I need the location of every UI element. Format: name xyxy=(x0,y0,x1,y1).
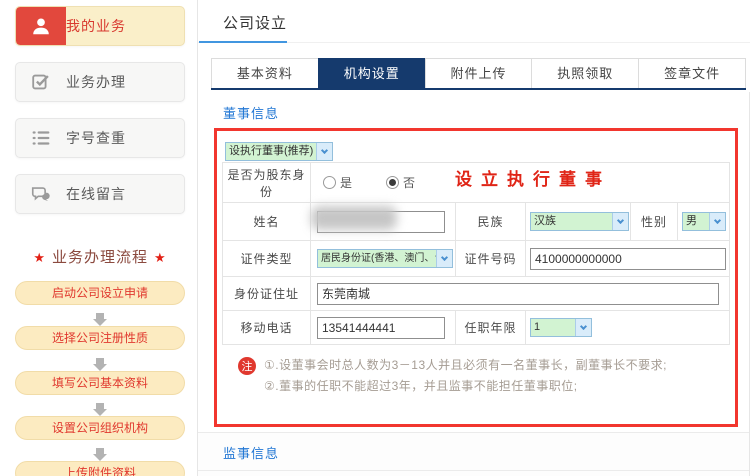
user-icon xyxy=(16,7,66,45)
radio-option-no[interactable]: 否 xyxy=(386,174,415,191)
director-type-select-value: 设执行董事(推荐) xyxy=(229,145,314,157)
ethnicity-select-value: 汉族 xyxy=(534,215,556,227)
id-type-label: 证件类型 xyxy=(222,240,311,277)
check-square-icon xyxy=(16,63,66,101)
section-link-director-info[interactable]: 董事信息 xyxy=(223,103,279,122)
flow-step-upload-attachments[interactable]: 上传附件资料 xyxy=(15,461,185,476)
chevron-down-icon xyxy=(316,143,332,160)
flow-step-fill-basic-info[interactable]: 填写公司基本资料 xyxy=(15,371,185,395)
down-arrow-icon xyxy=(15,395,185,416)
shareholder-label: 是否为股东身份 xyxy=(222,162,311,203)
address-label: 身份证住址 xyxy=(222,276,311,311)
sidebar-item-label: 业务办理 xyxy=(66,74,126,90)
down-arrow-icon xyxy=(15,440,185,461)
sidebar-item-label: 我的业务 xyxy=(66,18,126,34)
title-divider xyxy=(198,41,750,43)
chevron-down-icon xyxy=(436,250,452,267)
page-title: 公司设立 xyxy=(223,15,288,32)
sidebar-item-label: 在线留言 xyxy=(66,186,126,202)
sidebar: 我的业务 业务办理 字号查重 在线留言 ★ 业务办理流程 ★ 启动公司设立申请 选择… xyxy=(15,6,185,476)
star-icon: ★ xyxy=(154,250,167,265)
sidebar-item-my-business[interactable]: 我的业务 xyxy=(15,6,185,46)
annotation-box: 设执行董事(推荐) 是否为股东身份 是 否 姓名 民族 汉族 性别 男 证件类型… xyxy=(214,128,738,427)
tab-license-collection[interactable]: 执照领取 xyxy=(531,58,639,88)
id-type-select-value: 居民身份证(香港、澳门、台湾) xyxy=(321,253,436,264)
radio-label-no: 否 xyxy=(403,176,416,190)
director-type-select[interactable]: 设执行董事(推荐) xyxy=(225,142,333,161)
id-number-label: 证件号码 xyxy=(455,240,526,277)
down-arrow-icon xyxy=(15,305,185,326)
table-row: 移动电话 任职年限 1 xyxy=(222,310,731,345)
table-row: 证件类型 居民身份证(香港、澳门、台湾) 证件号码 xyxy=(222,240,731,277)
section-divider xyxy=(198,470,749,471)
flow-title: ★ 业务办理流程 ★ xyxy=(33,249,167,266)
id-type-select[interactable]: 居民身份证(香港、澳门、台湾) xyxy=(317,249,453,268)
gender-select[interactable]: 男 xyxy=(682,212,726,231)
id-number-input[interactable] xyxy=(530,247,726,270)
tab-signature-documents[interactable]: 签章文件 xyxy=(638,58,746,88)
radio-icon xyxy=(323,176,336,189)
tenure-select-value: 1 xyxy=(534,321,541,333)
red-annotation-text: 设立执行董事 xyxy=(455,170,611,190)
address-input[interactable] xyxy=(317,282,719,305)
gender-select-value: 男 xyxy=(686,215,697,227)
note-line-2: ②.董事的任职不能超过3年，并且监事不能担任董事职位; xyxy=(264,379,578,393)
radio-checked-icon xyxy=(386,176,400,189)
tab-bar: 基本资料 机构设置 附件上传 执照领取 签章文件 xyxy=(211,58,746,90)
note-badge-icon: 注 xyxy=(238,357,256,375)
name-input[interactable] xyxy=(317,210,445,233)
table-row: 姓名 民族 汉族 性别 男 xyxy=(222,202,731,241)
star-icon: ★ xyxy=(33,250,46,265)
sidebar-item-label: 字号查重 xyxy=(66,130,126,146)
sidebar-item-online-message[interactable]: 在线留言 xyxy=(15,174,185,214)
chevron-down-icon xyxy=(709,213,725,230)
main-content: 公司设立 基本资料 机构设置 附件上传 执照领取 签章文件 董事信息 设执行董事… xyxy=(197,0,750,476)
sidebar-item-name-check[interactable]: 字号查重 xyxy=(15,118,185,158)
tab-organization-setup[interactable]: 机构设置 xyxy=(317,58,425,88)
chat-icon xyxy=(16,175,66,213)
flow-step-start-application[interactable]: 启动公司设立申请 xyxy=(15,281,185,305)
list-icon xyxy=(16,119,66,157)
tab-panel: 董事信息 设执行董事(推荐) 是否为股东身份 是 否 姓名 民族 汉族 性别 男… xyxy=(198,92,750,476)
name-label: 姓名 xyxy=(222,202,311,241)
section-divider xyxy=(198,432,749,433)
tab-basic-info[interactable]: 基本资料 xyxy=(211,58,318,88)
tenure-label: 任职年限 xyxy=(455,310,526,345)
ethnicity-select[interactable]: 汉族 xyxy=(530,212,629,231)
app-window: 我的业务 业务办理 字号查重 在线留言 ★ 业务办理流程 ★ 启动公司设立申请 选择… xyxy=(0,0,750,476)
note-line-1: ①.设董事会时总人数为3－13人并且必须有一名董事长，副董事长不要求; xyxy=(264,358,667,372)
mobile-input[interactable] xyxy=(317,316,445,339)
form-note: 注 ①.设董事会时总人数为3－13人并且必须有一名董事长，副董事长不要求; ②.… xyxy=(238,355,667,397)
flow-step-choose-registration-type[interactable]: 选择公司注册性质 xyxy=(15,326,185,350)
tenure-select[interactable]: 1 xyxy=(530,318,592,337)
chevron-down-icon xyxy=(575,319,591,336)
table-row: 身份证住址 xyxy=(222,276,731,311)
ethnicity-label: 民族 xyxy=(455,202,526,241)
sidebar-item-business-handling[interactable]: 业务办理 xyxy=(15,62,185,102)
section-link-supervisor-info[interactable]: 监事信息 xyxy=(223,443,279,462)
down-arrow-icon xyxy=(15,350,185,371)
flow-step-set-organization[interactable]: 设置公司组织机构 xyxy=(15,416,185,440)
radio-label-yes: 是 xyxy=(340,176,353,190)
radio-option-yes[interactable]: 是 xyxy=(323,174,352,191)
tab-attachment-upload[interactable]: 附件上传 xyxy=(424,58,532,88)
mobile-label: 移动电话 xyxy=(222,310,311,345)
chevron-down-icon xyxy=(612,213,628,230)
gender-label: 性别 xyxy=(630,202,678,241)
